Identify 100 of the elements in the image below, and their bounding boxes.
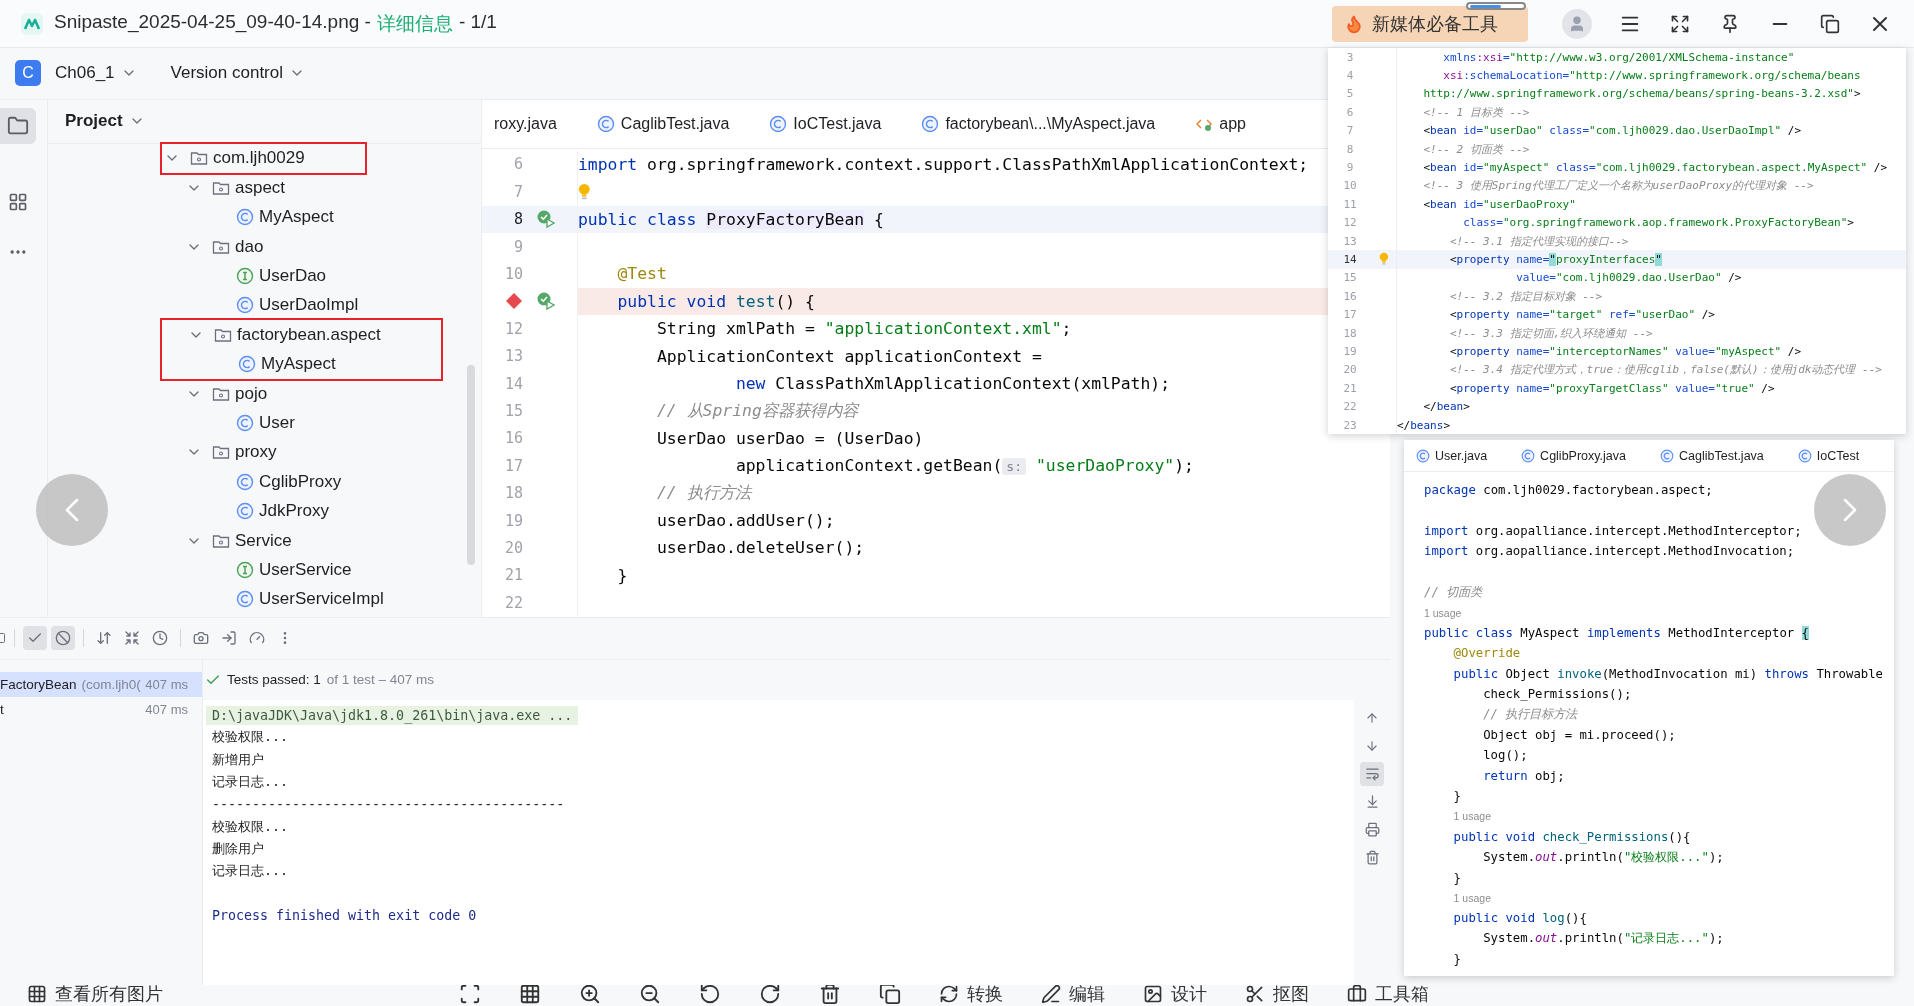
- usage-hint[interactable]: 1 usage: [1453, 810, 1491, 823]
- line-number: 5: [1345, 87, 1355, 101]
- code-line: <!-- 3.1 指定代理实现的接口-->: [1449, 233, 1629, 249]
- rotate-right-icon[interactable]: [759, 983, 781, 1005]
- tree-item[interactable]: aspect: [235, 177, 286, 198]
- grid-icon: [27, 984, 47, 1004]
- copy-icon[interactable]: [879, 983, 901, 1005]
- vcs-menu[interactable]: Version control: [164, 63, 311, 84]
- view-all-button[interactable]: 查看所有图片: [27, 983, 163, 1005]
- image-icon: [1143, 984, 1163, 1004]
- line-number: 3: [1345, 50, 1355, 64]
- line-number: 17: [503, 456, 523, 475]
- grid-icon[interactable]: [519, 983, 541, 1005]
- editor-tab[interactable]: IoCTest.java: [763, 114, 888, 133]
- editor-tab[interactable]: User.java: [1416, 448, 1488, 463]
- class-icon: [769, 114, 788, 133]
- code-line: import org.aopalliance.intercept.MethodInterceptor;: [1424, 523, 1802, 538]
- editor-tab[interactable]: CglibProxy.java: [1521, 448, 1627, 463]
- tree-item[interactable]: CglibProxy: [259, 471, 342, 492]
- test-package: (com.ljh0(: [81, 677, 141, 693]
- toolbar-button[interactable]: 编辑: [1041, 983, 1105, 1005]
- zoom-in-icon[interactable]: [579, 983, 601, 1005]
- line-number: 9: [512, 237, 523, 256]
- tree-item[interactable]: Service: [235, 530, 292, 551]
- app-logo: [20, 11, 44, 36]
- line-number: 20: [503, 538, 523, 557]
- code-line: <!-- 3 使用Spring代理工厂定义一个名称为userDaoProxy的代理对象 -->: [1423, 178, 1814, 194]
- class-icon: [236, 296, 254, 315]
- tree-item[interactable]: dao: [235, 236, 264, 257]
- run-icon[interactable]: [536, 291, 556, 312]
- tree-item[interactable]: pojo: [235, 383, 268, 404]
- code-line: public Object invoke(MethodInvocation mi) throws Throwable: [1453, 666, 1884, 681]
- class-icon: [921, 114, 940, 133]
- tree-item[interactable]: proxy: [235, 442, 277, 463]
- line-number: 15: [503, 401, 523, 420]
- code-line: </bean>: [1423, 400, 1470, 414]
- line-number: 23: [1342, 418, 1358, 432]
- class-icon: [596, 114, 615, 133]
- class-icon: [1521, 448, 1536, 463]
- wrap-icon[interactable]: [1360, 761, 1384, 786]
- scrollbar[interactable]: [467, 364, 475, 565]
- code-line: public void test() {: [617, 291, 815, 311]
- briefcase-icon: [1347, 984, 1367, 1004]
- check-icon[interactable]: [23, 626, 47, 651]
- ban-icon[interactable]: [51, 626, 75, 651]
- editor-tab[interactable]: factorybean\...\MyAspect.java: [915, 114, 1162, 133]
- fit-icon[interactable]: [459, 983, 481, 1005]
- scissors-icon: [1245, 984, 1265, 1004]
- zoom-out-icon[interactable]: [639, 983, 661, 1005]
- code-line: }: [1453, 870, 1461, 885]
- editor-tab[interactable]: CaglibTest.java: [1660, 448, 1764, 463]
- tree-item[interactable]: factorybean.aspect: [237, 324, 381, 345]
- tree-item[interactable]: com.ljh0029: [213, 148, 305, 169]
- line-number: 22: [1342, 400, 1358, 414]
- test-name: t: [0, 702, 4, 718]
- panel-title[interactable]: Project: [65, 111, 145, 132]
- tree-item[interactable]: UserDaoImpl: [259, 295, 359, 316]
- editor-tab[interactable]: IoCTest: [1797, 448, 1860, 463]
- project-badge: C: [15, 60, 41, 87]
- console-line: 记录日志...: [211, 773, 290, 791]
- code-line: import org.aopalliance.intercept.MethodInvocation;: [1424, 544, 1795, 559]
- console-line: 新增用户: [211, 750, 265, 769]
- tree-item[interactable]: UserDao: [259, 266, 327, 286]
- test-row[interactable]: t 407 ms: [0, 696, 202, 722]
- tree-item[interactable]: UserService: [259, 559, 352, 580]
- project-menu[interactable]: Ch06_1: [49, 63, 143, 84]
- editor-tab[interactable]: CaglibTest.java: [590, 114, 736, 133]
- folder-icon[interactable]: [0, 107, 36, 144]
- code-line: System.out.println("校验权限...");: [1483, 848, 1724, 866]
- class-icon: [236, 208, 254, 227]
- toolbar-button[interactable]: 设计: [1143, 983, 1207, 1005]
- line-number: 7: [512, 182, 523, 201]
- rotate-left-icon[interactable]: [699, 983, 721, 1005]
- delete-icon[interactable]: [819, 983, 841, 1005]
- code-line: // 执行目标方法: [1483, 706, 1578, 723]
- toolbar-button[interactable]: 工具箱: [1347, 983, 1429, 1005]
- tree-item[interactable]: UserServiceImpl: [259, 589, 384, 610]
- usage-hint[interactable]: 1 usage: [1453, 892, 1491, 904]
- code-line: <!-- 3.2 指定目标对象 -->: [1449, 288, 1603, 304]
- tree-item[interactable]: User: [259, 412, 295, 433]
- editor-tab[interactable]: app: [1189, 114, 1252, 133]
- code-line: applicationContext.getBean( s: "userDaoProxy");: [735, 456, 1194, 476]
- promo-button[interactable]: 新媒体必备工具: [1332, 5, 1528, 42]
- code-line: Object obj = mi.proceed();: [1483, 727, 1676, 742]
- toolbar-button[interactable]: 抠图: [1245, 983, 1309, 1005]
- code-line: check_Permissions();: [1483, 687, 1632, 702]
- test-row[interactable]: FactoryBean (com.ljh0( 407 ms: [0, 671, 202, 697]
- toolbar-button[interactable]: 转换: [939, 983, 1003, 1005]
- code-line: <!-- 3.3 指定切面,织入环绕通知 -->: [1449, 325, 1653, 341]
- code-line: }: [617, 565, 628, 585]
- editor-tab[interactable]: roxy.java: [488, 114, 563, 133]
- usage-hint[interactable]: 1 usage: [1424, 606, 1462, 619]
- line-number: 4: [1345, 69, 1355, 83]
- tree-item[interactable]: JdkProxy: [259, 501, 329, 522]
- code-line: public class ProxyFactoryBean {: [578, 209, 884, 229]
- tree-item[interactable]: MyAspect: [261, 354, 336, 375]
- avatar-icon[interactable]: [1562, 8, 1592, 39]
- tree-item[interactable]: MyAspect: [259, 207, 334, 228]
- breakpoint-icon[interactable]: [505, 292, 523, 311]
- run-icon[interactable]: [536, 209, 556, 230]
